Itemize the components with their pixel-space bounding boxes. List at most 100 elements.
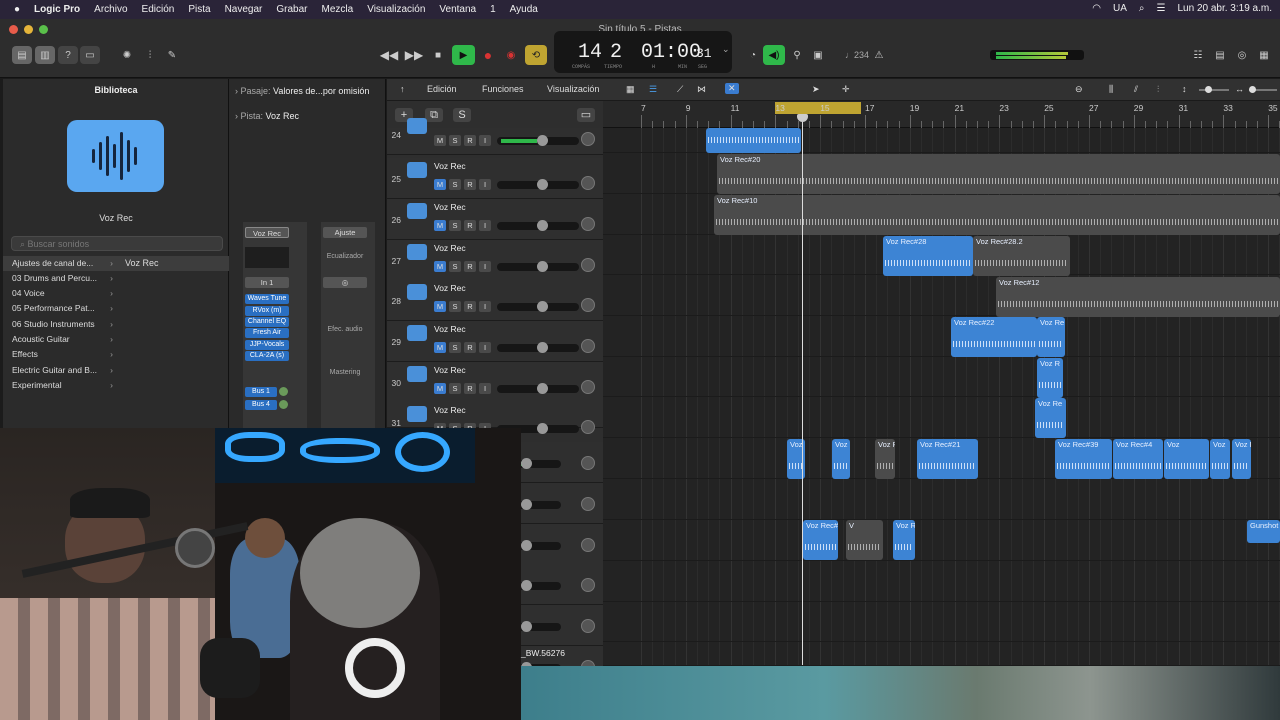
library-item[interactable]: Ajustes de canal de... › xyxy=(3,256,117,271)
waveform-track-icon[interactable] xyxy=(407,162,427,178)
volume-fader[interactable] xyxy=(497,135,579,146)
track-input-button[interactable]: I xyxy=(479,135,491,146)
region-view-icon[interactable]: ▭ xyxy=(577,108,595,122)
library-item[interactable]: 06 Studio Instruments › xyxy=(3,317,117,332)
cycle-region[interactable] xyxy=(775,102,861,114)
track-mute-button[interactable]: M xyxy=(434,301,446,312)
track-record-button[interactable]: R xyxy=(464,135,476,146)
menu-mezcla[interactable]: Mezcla xyxy=(322,4,354,15)
setting-button[interactable]: Ajuste xyxy=(323,227,367,238)
audio-region[interactable]: V xyxy=(846,520,883,560)
menu-pista[interactable]: Pista xyxy=(188,4,210,15)
track-header[interactable] xyxy=(509,524,603,565)
menu-grabar[interactable]: Grabar xyxy=(276,4,307,15)
track-mute-button[interactable]: M xyxy=(434,179,446,190)
list-editors-icon[interactable]: ☷ xyxy=(1188,46,1208,64)
audio-region[interactable]: Voz Rec#4 xyxy=(1113,439,1163,479)
volume-fader[interactable] xyxy=(497,179,579,190)
alert-icon[interactable]: ⚠ xyxy=(869,46,889,64)
track-header[interactable] xyxy=(509,605,603,646)
send-knob[interactable] xyxy=(279,400,288,409)
fast-forward-icon[interactable]: ▶▶ xyxy=(404,46,424,64)
track-record-button[interactable]: R xyxy=(464,383,476,394)
link-icon[interactable]: ◎ xyxy=(323,277,367,288)
plus-tool-icon[interactable]: ✛ xyxy=(842,84,850,95)
inspector-toggle-icon[interactable]: ▥ xyxy=(35,46,55,64)
track-record-button[interactable]: R xyxy=(464,301,476,312)
track-name[interactable]: Voz Rec xyxy=(434,202,466,212)
send-slot[interactable]: Bus 1 xyxy=(245,387,277,397)
track-solo-button[interactable]: S xyxy=(449,220,461,231)
count-in-icon[interactable]: ▣ xyxy=(808,46,828,64)
menu-tracks-edicion[interactable]: Edición xyxy=(427,84,457,94)
plugin-slot[interactable]: Fresh Air xyxy=(245,328,289,338)
lcd-dropdown-icon[interactable]: ⌄ xyxy=(722,45,730,55)
audio-region[interactable]: Voz Rec#21 xyxy=(917,439,978,479)
track-header[interactable] xyxy=(509,564,603,605)
waveform-track-icon[interactable] xyxy=(407,244,427,260)
track-input-button[interactable]: I xyxy=(479,383,491,394)
flex-icon[interactable]: ⋈ xyxy=(697,84,706,95)
monitor-icon[interactable]: ◀) xyxy=(763,45,785,65)
track-view-icon[interactable]: ☰ xyxy=(649,84,657,95)
pan-knob[interactable] xyxy=(581,619,595,633)
menu-app[interactable]: Logic Pro xyxy=(34,4,80,15)
track-solo-button[interactable]: S xyxy=(449,342,461,353)
catch-icon[interactable]: ✕ xyxy=(725,83,739,94)
audio-region[interactable]: Voz Rec# xyxy=(803,520,838,560)
menu-tracks-funciones[interactable]: Funciones xyxy=(482,84,524,94)
pan-knob[interactable] xyxy=(581,339,595,353)
track-solo-button[interactable]: S xyxy=(449,261,461,272)
toolbar-toggle-icon[interactable]: ▭ xyxy=(80,46,100,64)
pan-knob[interactable] xyxy=(581,456,595,470)
audio-region[interactable]: Voz Re xyxy=(1037,317,1065,357)
global-solo-icon[interactable]: S xyxy=(453,108,471,122)
smart-controls-icon[interactable]: ✺ xyxy=(117,46,137,64)
pan-knob[interactable] xyxy=(581,176,595,190)
waveform-track-icon[interactable] xyxy=(407,406,427,422)
track-header[interactable]: 28 Voz Rec M S R I xyxy=(387,280,603,321)
metronome-icon[interactable]: ⚲ xyxy=(787,46,807,64)
play-icon[interactable]: ▶ xyxy=(452,45,475,65)
channel-strip-name[interactable]: Voz Rec xyxy=(245,227,289,238)
waveform-patch-icon[interactable] xyxy=(67,120,164,192)
library-item[interactable]: Acoustic Guitar › xyxy=(3,332,117,347)
track-record-button[interactable]: R xyxy=(464,220,476,231)
plugin-slot[interactable]: JJP-Vocals xyxy=(245,340,289,350)
grid-view-icon[interactable]: ▦ xyxy=(626,84,635,95)
menu-edicion[interactable]: Edición xyxy=(142,4,175,15)
clock-label[interactable]: Lun 20 abr. 3:19 a.m. xyxy=(1177,3,1272,14)
search-icon[interactable]: ⌕ xyxy=(1139,3,1145,14)
audio-region[interactable]: Voz Rec#28.2 xyxy=(973,236,1070,276)
track-header[interactable]: 26 Voz Rec M S R I xyxy=(387,199,603,240)
wifi-icon[interactable]: ◠ xyxy=(1092,3,1101,14)
region-inspector-header[interactable]: › Pasaje: Valores de...por omisión xyxy=(235,86,369,96)
align-icon[interactable]: ⫶ xyxy=(1157,84,1159,95)
back-icon[interactable]: ↑ xyxy=(400,84,405,94)
track-input-button[interactable]: I xyxy=(479,220,491,231)
pan-knob[interactable] xyxy=(581,258,595,272)
track-record-button[interactable]: R xyxy=(464,342,476,353)
track-input-button[interactable]: I xyxy=(479,179,491,190)
waveform-track-icon[interactable] xyxy=(407,118,427,134)
bar-ruler[interactable]: 7 9 11 13 15 17 19 21 23 25 27 29 31 33 35 xyxy=(603,101,1280,128)
key-display[interactable]: ♩234 xyxy=(845,50,869,60)
track-header[interactable]: 24 M S R I xyxy=(387,118,603,155)
waveform-track-icon[interactable] xyxy=(407,284,427,300)
plugin-slot[interactable]: RVox (m) xyxy=(245,306,289,316)
volume-fader[interactable] xyxy=(497,261,579,272)
library-selected-patch[interactable]: Voz Rec xyxy=(125,256,159,271)
track-record-button[interactable]: R xyxy=(464,179,476,190)
track-header[interactable]: 29 Voz Rec M S R I xyxy=(387,321,603,362)
track-name[interactable]: Voz Rec xyxy=(434,405,466,415)
audio-region[interactable]: Voz Rec#28 xyxy=(883,236,973,276)
track-header[interactable] xyxy=(509,442,603,483)
send-knob[interactable] xyxy=(279,387,288,396)
audio-region[interactable]: Voz Rec#12 xyxy=(996,277,1280,317)
plugin-slot[interactable]: CLA-2A (s) xyxy=(245,351,289,361)
audio-region[interactable]: Voz Rec#22 xyxy=(951,317,1037,357)
pan-knob[interactable] xyxy=(581,497,595,511)
menu-ventana[interactable]: Ventana xyxy=(439,4,476,15)
audio-region[interactable]: Voz Rec#10 xyxy=(714,195,1280,235)
track-mute-button[interactable]: M xyxy=(434,261,446,272)
